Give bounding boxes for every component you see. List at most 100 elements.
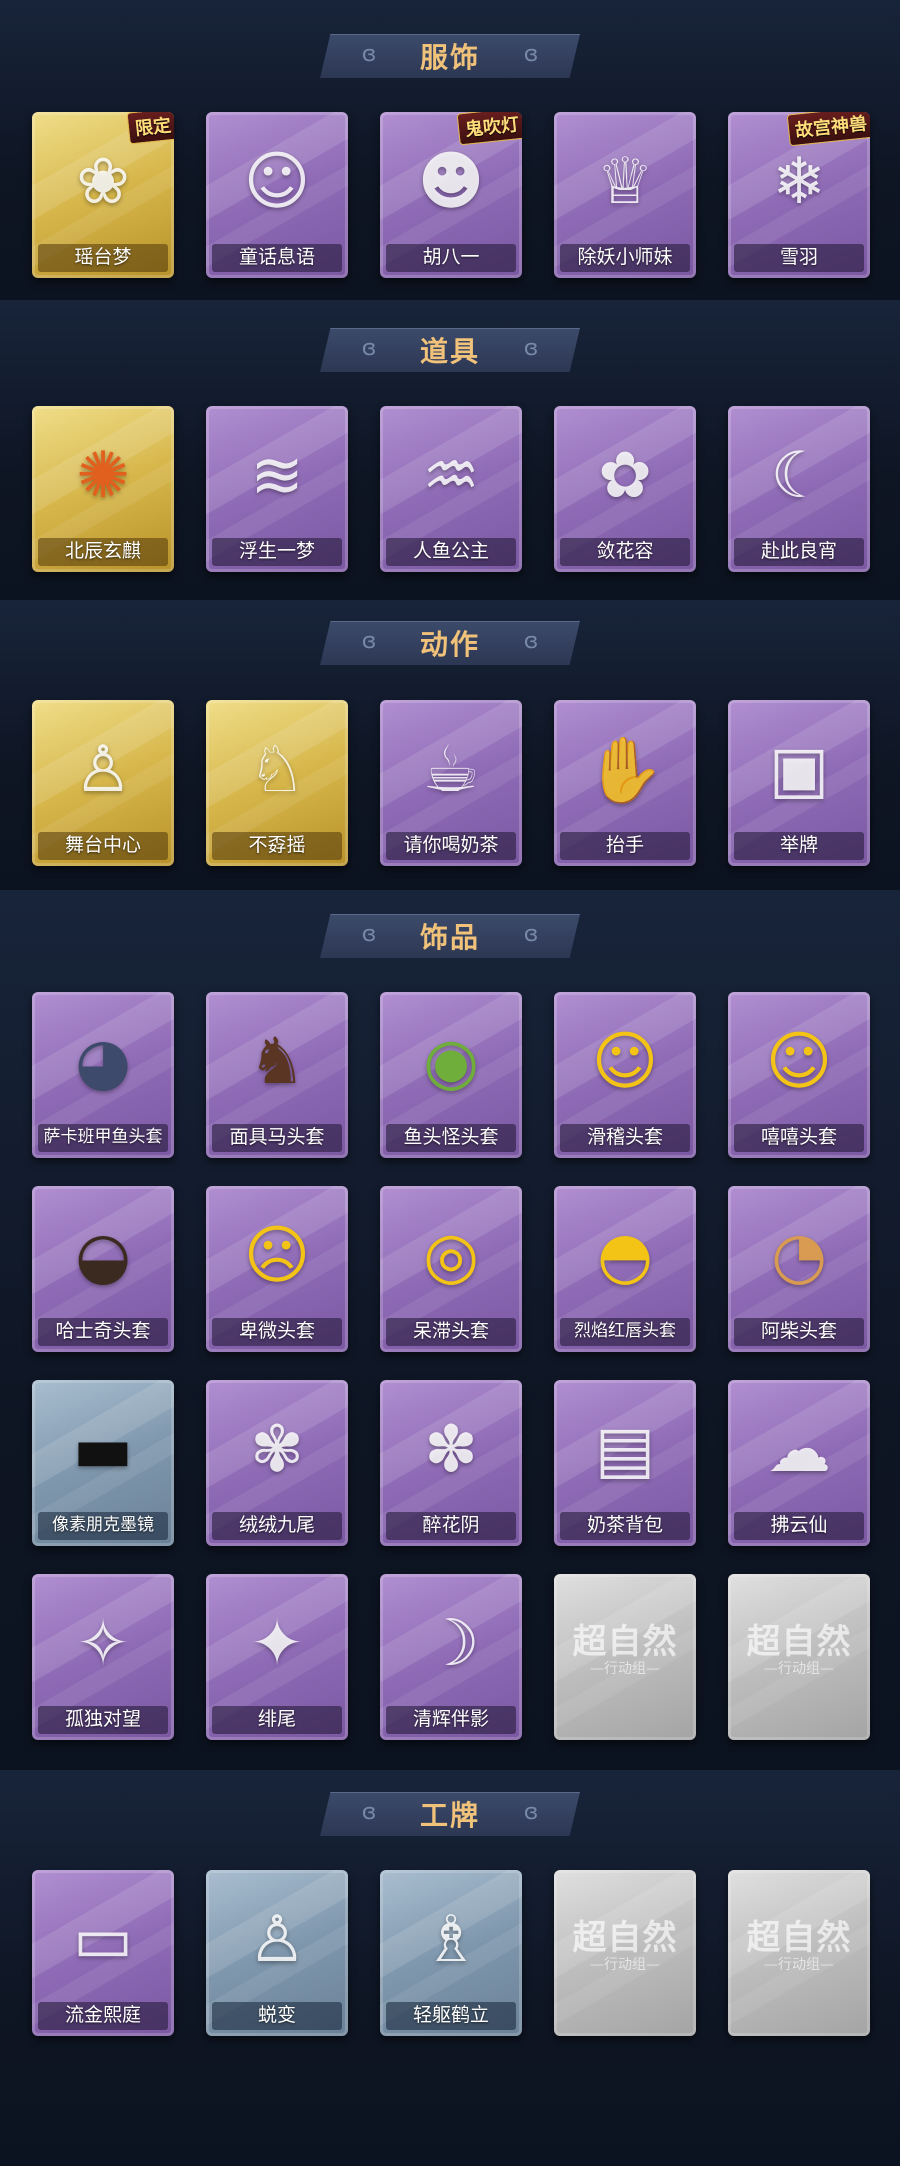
item-card[interactable]: ♗ 轻躯鹤立	[380, 1870, 522, 2036]
item-label: 不孬摇	[248, 834, 306, 856]
item-label: 奶茶背包	[586, 1514, 663, 1536]
item-card[interactable]: ▤ 奶茶背包	[554, 1380, 696, 1546]
item-card[interactable]: ▭ 流金熙庭	[32, 1870, 174, 2036]
section-title: 动作	[419, 628, 480, 661]
item-card[interactable]: ◒ 哈士奇头套	[32, 1186, 174, 1352]
tea-backpack-icon: ▤	[594, 1413, 656, 1487]
costume-boy-icon: ☻	[417, 145, 485, 219]
item-card[interactable]: ☽ 清辉伴影	[380, 1574, 522, 1740]
placeholder-logo-sub: —行动组—	[590, 1957, 660, 1973]
nine-tail-fox-icon: ✾	[250, 1413, 304, 1487]
item-label: 嘻嘻头套	[760, 1126, 837, 1148]
pose-sign-icon: ▣	[768, 733, 830, 807]
item-label: 举牌	[779, 834, 818, 856]
item-label: 浮生一梦	[238, 540, 315, 562]
item-label: 面具马头套	[229, 1126, 325, 1148]
item-card[interactable]: ≋ 浮生一梦	[206, 406, 348, 572]
item-label: 孤独对望	[64, 1708, 141, 1730]
item-card[interactable]: ▬ 像素朋克墨镜	[32, 1380, 174, 1546]
item-card[interactable]: ◕ 萨卡班甲鱼头套	[32, 992, 174, 1158]
item-label: 哈士奇头套	[55, 1320, 151, 1342]
item-card[interactable]: ◔ 阿柴头套	[728, 1186, 870, 1352]
item-card[interactable]: ✺ 北辰玄麒	[32, 406, 174, 572]
mermaid-prop-icon: ♒	[422, 439, 480, 513]
placeholder-logo: 超自然	[746, 1622, 852, 1662]
section-title: 道具	[419, 335, 480, 368]
item-card[interactable]: ☺ 滑稽头套	[554, 992, 696, 1158]
placeholder-logo-sub: —行动组—	[590, 1661, 660, 1677]
item-card[interactable]: ☁ 拂云仙	[728, 1380, 870, 1546]
item-card[interactable]: ☕ 请你喝奶茶	[380, 700, 522, 866]
costume-white-hair-icon: ❄	[772, 145, 826, 219]
item-card[interactable]: ☾ 赴此良宵	[728, 406, 870, 572]
item-label: 轻躯鹤立	[412, 2004, 489, 2026]
item-card[interactable]: 超自然 —行动组—	[728, 1870, 870, 2036]
section-title: 工牌	[419, 1799, 480, 1832]
pose-center-icon: ♙	[74, 733, 132, 807]
item-card[interactable]: ▣ 举牌	[728, 700, 870, 866]
hairpin-prop-icon: ✿	[598, 439, 652, 513]
fish-head-icon: ◕	[75, 1025, 131, 1099]
item-label: 清辉伴影	[412, 1708, 489, 1730]
item-label: 敛花容	[596, 540, 654, 562]
item-card[interactable]: 超自然 —行动组—	[728, 1574, 870, 1740]
pose-raise-hand-icon: ✋	[585, 733, 665, 808]
funny-face-icon: ☺	[591, 1025, 659, 1099]
item-card[interactable]: ✧ 孤独对望	[32, 1574, 174, 1740]
cloud-charm-icon: ☁	[767, 1413, 831, 1487]
item-card[interactable]: ◓ 烈焰红唇头套	[554, 1186, 696, 1352]
item-label: 鱼头怪头套	[403, 1126, 499, 1148]
item-card[interactable]: ☻ 胡八一 鬼吹灯	[380, 112, 522, 278]
moon-lantern-icon: ☾	[770, 439, 828, 513]
item-card[interactable]: ♙ 蜕变	[206, 1870, 348, 2036]
item-card[interactable]: ♕ 除妖小师妹	[554, 112, 696, 278]
badge-card-pose-icon: ♗	[422, 1903, 480, 1977]
placeholder-logo: 超自然	[746, 1918, 852, 1958]
item-card[interactable]: ♙ 舞台中心	[32, 700, 174, 866]
pose-dance-icon: ♘	[248, 733, 306, 807]
item-card[interactable]: 超自然 —行动组—	[554, 1870, 696, 2036]
item-card[interactable]: ✦ 绯尾	[206, 1574, 348, 1740]
item-label: 烈焰红唇头套	[574, 1321, 676, 1341]
green-fish-head-icon: ◉	[423, 1025, 479, 1099]
item-card[interactable]: ❀ 瑶台梦 限定	[32, 112, 174, 278]
item-label: 流金熙庭	[64, 2004, 141, 2026]
item-label: 童话息语	[238, 246, 315, 268]
section-header: ɞ ɞ 工牌	[320, 1786, 580, 1838]
item-card[interactable]: ✿ 敛花容	[554, 406, 696, 572]
item-card[interactable]: ◉ 鱼头怪头套	[380, 992, 522, 1158]
item-label: 萨卡班甲鱼头套	[43, 1127, 163, 1147]
item-card[interactable]: ✽ 醉花阴	[380, 1380, 522, 1546]
item-card[interactable]: ❄ 雪羽 故宫神兽	[728, 112, 870, 278]
item-card[interactable]: ♞ 面具马头套	[206, 992, 348, 1158]
flower-ornament-icon: ✽	[424, 1413, 478, 1487]
item-card[interactable]: ✋ 抬手	[554, 700, 696, 866]
item-label: 北辰玄麒	[64, 540, 141, 562]
section-title: 饰品	[419, 921, 480, 954]
item-label: 绒绒九尾	[238, 1514, 315, 1536]
costume-girl-icon: ☺	[243, 145, 311, 219]
shiba-head-icon: ◔	[771, 1219, 827, 1293]
costume-figure-icon: ❀	[76, 145, 130, 219]
item-label: 阿柴头套	[760, 1320, 837, 1342]
item-label: 雪羽	[779, 246, 818, 268]
item-card[interactable]: 超自然 —行动组—	[554, 1574, 696, 1740]
grin-face-icon: ☺	[765, 1025, 833, 1099]
placeholder-logo-sub: —行动组—	[764, 1957, 834, 1973]
item-card[interactable]: ♒ 人鱼公主	[380, 406, 522, 572]
item-card[interactable]: ☹ 卑微头套	[206, 1186, 348, 1352]
item-label: 呆滞头套	[412, 1320, 489, 1342]
item-label: 抬手	[605, 834, 644, 856]
item-label: 请你喝奶茶	[403, 834, 499, 856]
item-label: 舞台中心	[64, 834, 141, 856]
item-label: 卑微头套	[238, 1320, 315, 1342]
item-card[interactable]: ☺ 童话息语	[206, 112, 348, 278]
item-card[interactable]: ◎ 呆滞头套	[380, 1186, 522, 1352]
item-card[interactable]: ♘ 不孬摇	[206, 700, 348, 866]
item-card[interactable]: ☺ 嘻嘻头套	[728, 992, 870, 1158]
pose-tea-icon: ☕	[422, 733, 480, 807]
item-label: 拂云仙	[770, 1514, 828, 1536]
humble-face-icon: ☹	[243, 1219, 311, 1293]
item-label: 醉花阴	[422, 1514, 480, 1536]
item-card[interactable]: ✾ 绒绒九尾	[206, 1380, 348, 1546]
